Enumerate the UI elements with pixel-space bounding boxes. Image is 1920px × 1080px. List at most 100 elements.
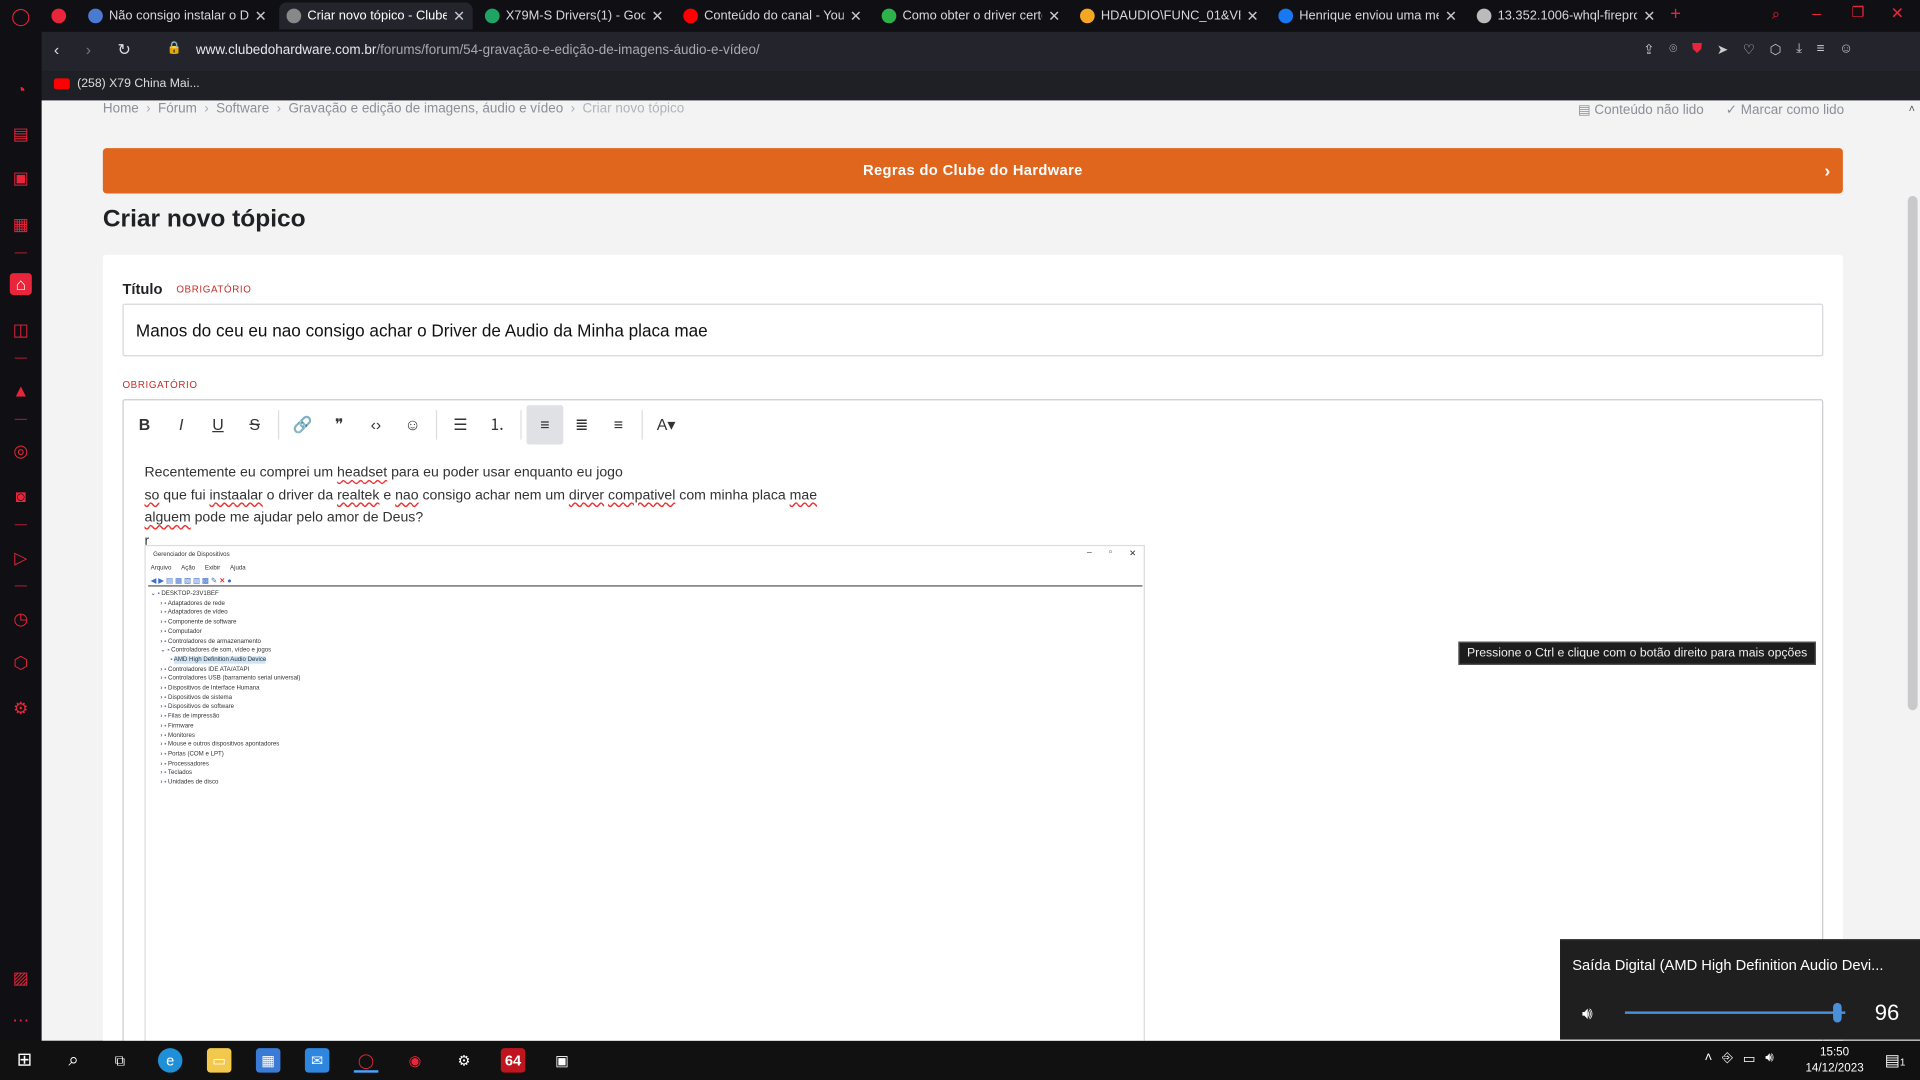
- url-field[interactable]: www.clubedohardware.com.br/forums/forum/…: [196, 43, 760, 58]
- instagram-icon[interactable]: ◎: [10, 440, 32, 462]
- search-tabs-icon[interactable]: ⌕: [1772, 5, 1780, 23]
- chevron-up-icon[interactable]: ˄: [1705, 1051, 1713, 1067]
- gallery-icon[interactable]: ▨: [10, 966, 32, 988]
- discord-sidebar-icon[interactable]: ◙: [10, 485, 32, 507]
- reload-button[interactable]: ↻: [118, 40, 131, 60]
- minimize-button[interactable]: –: [1812, 4, 1821, 22]
- editor-body[interactable]: Recentemente eu comprei um headset para …: [144, 462, 817, 553]
- store-icon[interactable]: ▦: [255, 1048, 281, 1073]
- camera-icon[interactable]: ⌾: [1669, 42, 1677, 58]
- history-icon[interactable]: ◷: [10, 607, 32, 629]
- file-explorer-icon[interactable]: ▭: [206, 1048, 232, 1073]
- bookmark-item[interactable]: (258) X79 China Mai...: [53, 77, 200, 91]
- mail-icon[interactable]: ✉: [304, 1048, 330, 1073]
- scrollbar-thumb[interactable]: [1907, 195, 1918, 711]
- search-icon[interactable]: ⌕: [61, 1048, 85, 1072]
- send-icon[interactable]: ➤: [1717, 42, 1728, 58]
- restore-button[interactable]: ❐: [1851, 4, 1864, 21]
- network-icon[interactable]: ▭: [1743, 1051, 1756, 1067]
- title-input[interactable]: Manos do ceu eu nao consigo achar o Driv…: [122, 303, 1824, 357]
- forward-button[interactable]: ›: [86, 40, 91, 58]
- cpu-icon[interactable]: ▦: [10, 213, 32, 235]
- link-button[interactable]: 🔗: [284, 405, 321, 444]
- edge-icon[interactable]: e: [157, 1048, 183, 1073]
- close-window-button[interactable]: ✕: [1891, 4, 1904, 24]
- browser-tab[interactable]: X79M-S Drivers(1) - Google ✕: [478, 2, 671, 29]
- browser-tab[interactable]: Criar novo tópico - Clube d ✕: [279, 2, 473, 30]
- menu-icon[interactable]: ≡: [1817, 42, 1825, 58]
- browser-tab[interactable]: Henrique enviou uma men ✕: [1271, 2, 1464, 29]
- gamepad-icon[interactable]: ◫: [10, 318, 32, 340]
- close-tab-icon[interactable]: ✕: [651, 7, 663, 24]
- task-view-icon[interactable]: ⧉: [108, 1048, 132, 1072]
- new-tab-button[interactable]: +: [1670, 4, 1681, 25]
- opera-logo-icon[interactable]: ◯: [10, 5, 32, 27]
- emoji-button[interactable]: ☺: [394, 405, 431, 444]
- aida64-icon[interactable]: 64: [500, 1048, 526, 1073]
- shopping-bag-icon[interactable]: ▤: [10, 122, 32, 144]
- font-color-button[interactable]: A▾: [648, 405, 685, 444]
- close-tab-icon[interactable]: ✕: [1048, 7, 1060, 24]
- bullet-list-button[interactable]: ☰: [442, 405, 479, 444]
- italic-button[interactable]: I: [163, 405, 200, 444]
- close-tab-icon[interactable]: ✕: [1643, 7, 1655, 24]
- browser-tab[interactable]: HDAUDIO\FUNC_01&VEN_ ✕: [1073, 2, 1266, 29]
- close-tab-icon[interactable]: ✕: [1445, 7, 1457, 24]
- opera-gx-icon[interactable]: ◉: [403, 1048, 427, 1072]
- settings-taskbar-icon[interactable]: ⚙: [452, 1048, 476, 1072]
- browser-tab[interactable]: 13.352.1006-whql-firepro-w ✕: [1469, 2, 1662, 29]
- clock[interactable]: 15:50 14/12/2023: [1805, 1044, 1863, 1076]
- browser-tab[interactable]: Conteúdo do canal - YouTu ✕: [676, 2, 869, 29]
- settings-icon[interactable]: ⚙: [10, 697, 32, 719]
- breadcrumb-category[interactable]: Gravação e edição de imagens, áudio e ví…: [288, 102, 563, 117]
- underline-button[interactable]: U: [200, 405, 237, 444]
- close-tab-icon[interactable]: ✕: [255, 7, 267, 24]
- strike-button[interactable]: S: [236, 405, 273, 444]
- extensions-icon[interactable]: ⬡: [10, 651, 32, 673]
- breadcrumb-forum[interactable]: Fórum: [158, 102, 197, 117]
- download-icon[interactable]: ⤓: [1796, 42, 1802, 58]
- more-icon[interactable]: ⋯: [10, 1009, 32, 1031]
- heart-icon[interactable]: ♡: [1743, 42, 1755, 58]
- rules-banner[interactable]: Regras do Clube do Hardware ›: [102, 148, 1843, 194]
- opera-taskbar-icon[interactable]: ◯: [353, 1048, 379, 1073]
- home-icon[interactable]: ⌂: [9, 273, 32, 296]
- breadcrumb-software[interactable]: Software: [216, 102, 269, 117]
- browser-tab[interactable]: Como obter o driver certo ✕: [874, 2, 1067, 29]
- back-button[interactable]: ‹: [54, 40, 59, 58]
- align-center-button[interactable]: ≣: [563, 405, 600, 444]
- notification-center-icon[interactable]: ▤1: [1885, 1051, 1906, 1071]
- embedded-device-manager-screenshot[interactable]: Gerenciador de Dispositivos – ▫ ✕ Arquivo A…: [144, 544, 1145, 1041]
- browser-tab[interactable]: Não consigo instalar o Driv ✕: [81, 2, 274, 29]
- bold-button[interactable]: B: [126, 405, 163, 444]
- twitch-icon[interactable]: ▣: [10, 167, 32, 189]
- align-right-button[interactable]: ≡: [600, 405, 637, 444]
- scroll-up-arrow[interactable]: ˄: [1909, 103, 1915, 115]
- unread-content-link[interactable]: ▤ Conteúdo não lido: [1578, 102, 1704, 118]
- numbered-list-button[interactable]: ⒈: [479, 405, 516, 444]
- mark-read-link[interactable]: ✓ Marcar como lido: [1726, 102, 1844, 118]
- code-button[interactable]: ‹›: [358, 405, 395, 444]
- close-tab-icon[interactable]: ✕: [453, 7, 465, 24]
- player-icon[interactable]: ▷: [10, 546, 32, 568]
- aria-icon[interactable]: ▲: [10, 380, 32, 402]
- speaker-icon[interactable]: 🔊︎: [1582, 1003, 1593, 1024]
- quote-button[interactable]: ❞: [321, 405, 358, 444]
- align-left-button[interactable]: ≡: [526, 405, 564, 445]
- speed-dial-icon[interactable]: ◔: [10, 78, 32, 100]
- start-button[interactable]: ⊞: [12, 1048, 36, 1072]
- volume-slider-thumb[interactable]: [1832, 1002, 1842, 1023]
- close-tab-icon[interactable]: ✕: [1246, 7, 1258, 24]
- device-manager-taskbar-icon[interactable]: ▣: [550, 1048, 574, 1072]
- breadcrumb-home[interactable]: Home: [103, 102, 139, 117]
- browser-tab[interactable]: [44, 2, 73, 29]
- adblock-shield-icon[interactable]: ⛊: [1692, 42, 1702, 58]
- profile-icon[interactable]: ☺: [1839, 42, 1853, 58]
- cube-icon[interactable]: ⬡: [1770, 42, 1782, 58]
- volume-slider[interactable]: [1624, 1011, 1846, 1014]
- share-icon[interactable]: ⇪: [1643, 42, 1654, 58]
- close-tab-icon[interactable]: ✕: [850, 7, 862, 24]
- usb-icon[interactable]: ⎆: [1722, 1051, 1733, 1067]
- audio-device-name[interactable]: Saída Digital (AMD High Definition Audio…: [1572, 956, 1915, 973]
- volume-tray-icon[interactable]: 🔊︎: [1765, 1051, 1773, 1067]
